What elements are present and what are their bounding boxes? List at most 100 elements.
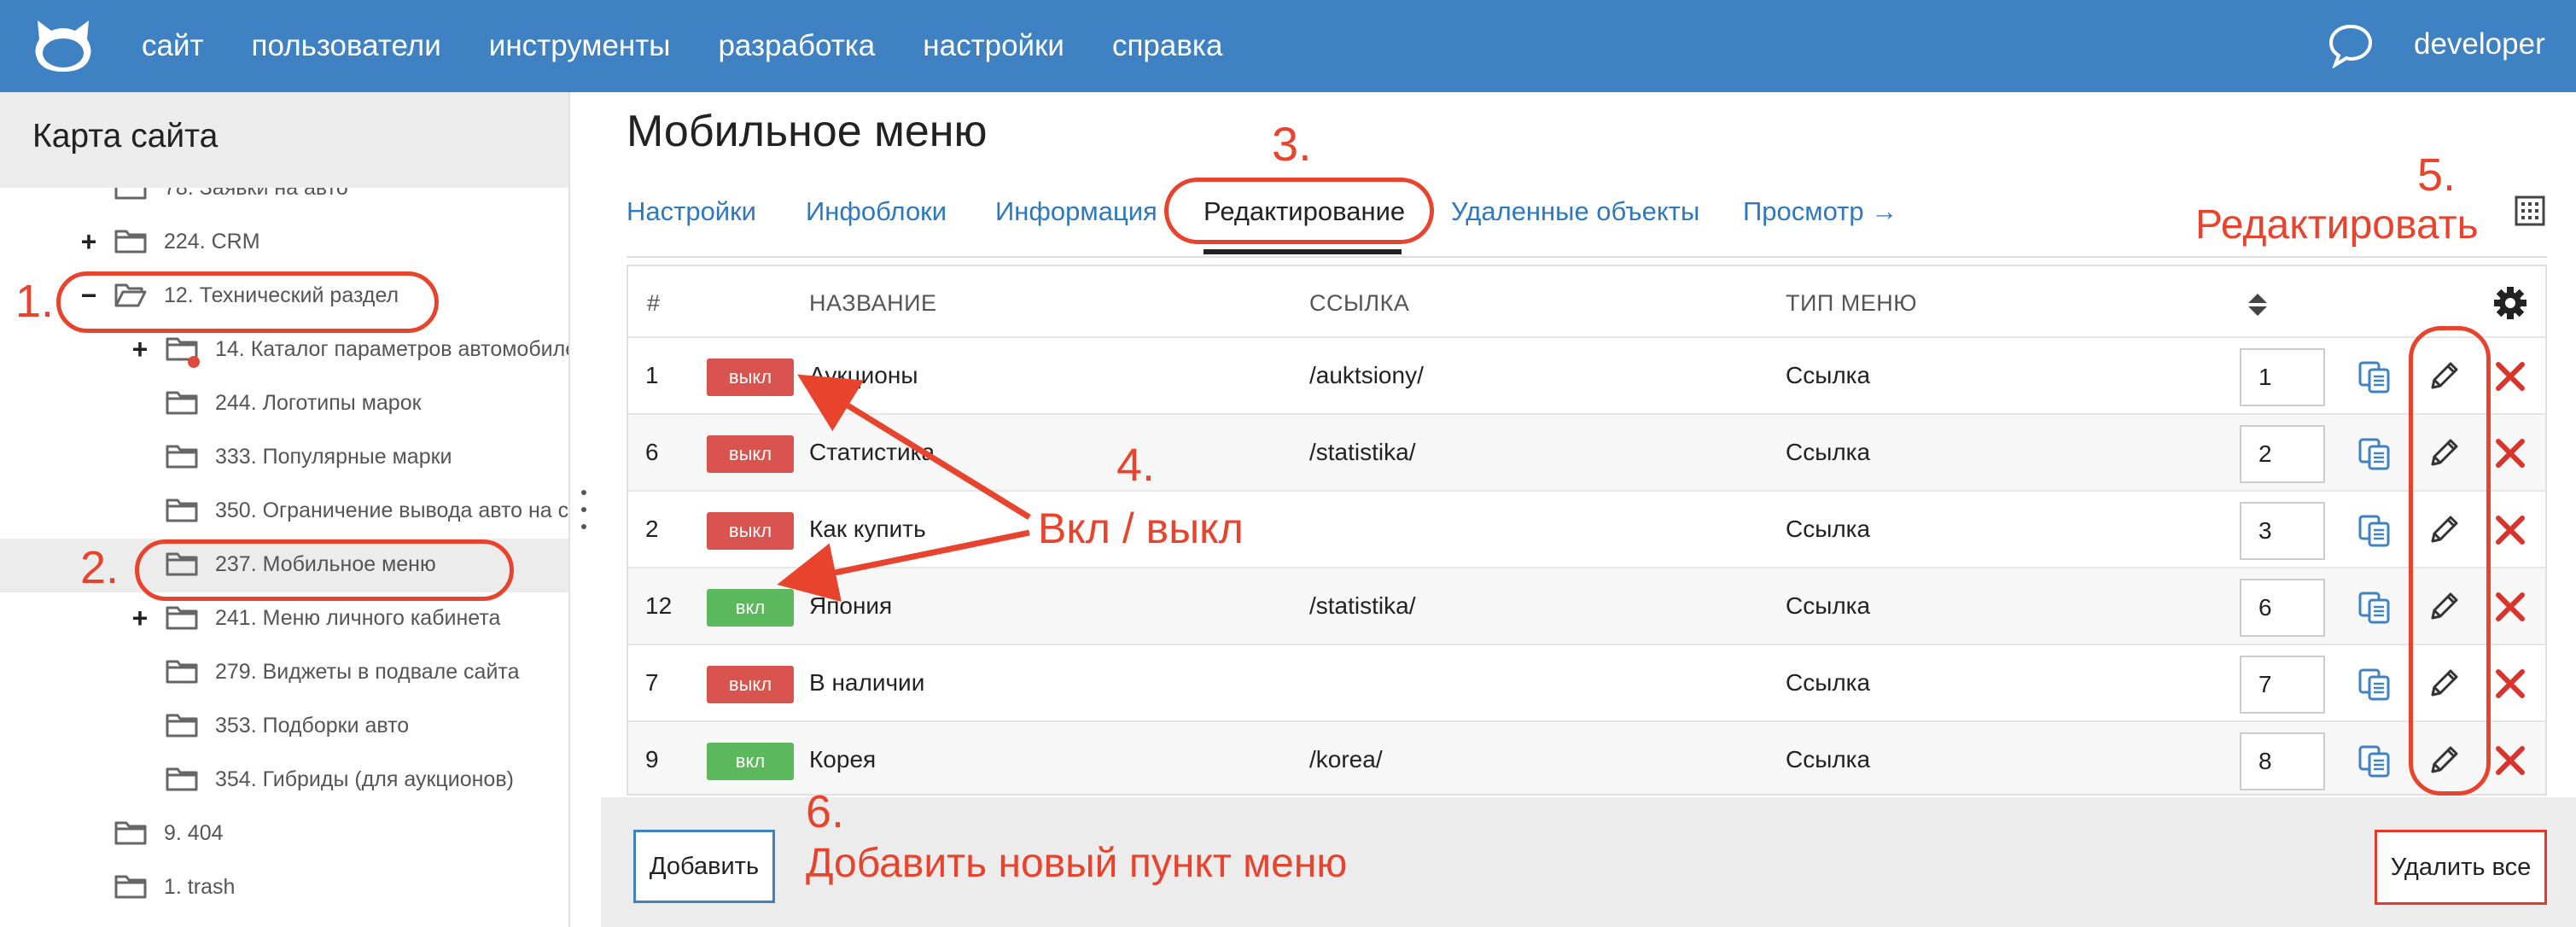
sidebar-title: Карта сайта [32, 118, 219, 154]
cell-menu-type: Ссылка [1786, 669, 1871, 696]
expand-icon[interactable]: + [130, 601, 150, 635]
order-input[interactable] [2240, 732, 2325, 790]
cell-id: 2 [645, 516, 659, 542]
tree-item-label: 333. Популярные марки [215, 445, 452, 469]
order-input[interactable] [2240, 425, 2325, 483]
copy-icon[interactable] [2357, 591, 2392, 625]
nav-tools[interactable]: инструменты [489, 29, 671, 63]
expand-icon[interactable]: + [130, 332, 150, 366]
annotation-step-4: 4. [1116, 440, 1156, 491]
tree-item[interactable]: +224. CRM [0, 216, 568, 270]
table-row: 2 выкл Как купить Ссылка [628, 490, 2545, 567]
tree-item[interactable]: 78. Заявки на авто [0, 188, 568, 216]
tree-item[interactable]: 350. Ограничение вывода авто на сайте [0, 485, 568, 539]
annotation-step-5-text: Редактировать [2195, 202, 2479, 248]
folder-icon [114, 188, 147, 200]
cell-id: 7 [645, 669, 659, 696]
table-row: 9 вкл Корея/korea/Ссылка [628, 720, 2545, 794]
cell-link: /statistika/ [1309, 592, 1416, 619]
tab-preview[interactable]: Просмотр → [1743, 196, 1897, 227]
folder-icon [166, 660, 198, 684]
tree-item-label: 354. Гибриды (для аукционов) [215, 767, 514, 791]
order-input[interactable] [2240, 579, 2325, 637]
tree-item[interactable]: 1. trash [0, 861, 568, 915]
folder-icon [166, 714, 198, 738]
col-header-name[interactable]: НАЗВАНИЕ [809, 290, 937, 317]
nav-settings[interactable]: настройки [923, 29, 1064, 63]
delete-icon[interactable] [2492, 743, 2528, 778]
cell-name: Япония [809, 592, 893, 619]
tree-item-label: 279. Виджеты в подвале сайта [215, 660, 520, 684]
cell-name: Статистика [809, 439, 935, 465]
expand-icon[interactable]: + [79, 224, 99, 259]
order-input[interactable] [2240, 348, 2325, 406]
fullscreen-icon[interactable] [2515, 195, 2545, 226]
tree-item-label: 14. Каталог параметров автомобилей [215, 337, 570, 361]
table-row: 1 выкл Аукционы/auktsiony/Ссылка [628, 336, 2545, 413]
annotation-step-6: 6. [806, 786, 845, 837]
tab-deleted-objects[interactable]: Удаленные объекты [1451, 196, 1699, 227]
cell-link: /auktsiony/ [1309, 362, 1424, 388]
tree-item-label: 353. Подборки авто [215, 714, 410, 738]
col-header-menu-type[interactable]: ТИП МЕНЮ [1786, 290, 1917, 317]
cell-menu-type: Ссылка [1786, 592, 1871, 619]
table-row: 12 вкл Япония/statistika/Ссылка [628, 567, 2545, 644]
status-toggle[interactable]: вкл [707, 589, 794, 627]
delete-icon[interactable] [2492, 589, 2528, 625]
folder-icon [166, 391, 198, 415]
folder-icon [114, 875, 147, 899]
tree-item[interactable]: 279. Виджеты в подвале сайта [0, 646, 568, 700]
tree-item[interactable]: 353. Подборки авто [0, 700, 568, 754]
chat-bubble-icon[interactable] [2327, 22, 2375, 68]
copy-icon[interactable] [2357, 514, 2392, 548]
nav-help[interactable]: справка [1112, 29, 1223, 63]
splitter-handle[interactable] [581, 490, 586, 536]
copy-icon[interactable] [2357, 744, 2392, 778]
cell-name: Корея [809, 746, 877, 772]
status-toggle[interactable]: выкл [707, 435, 794, 473]
tab-information[interactable]: Информация [995, 196, 1157, 227]
delete-all-button[interactable]: Удалить все [2375, 830, 2547, 905]
status-toggle[interactable]: вкл [707, 743, 794, 780]
delete-icon[interactable] [2492, 435, 2528, 471]
add-button[interactable]: Добавить [633, 830, 775, 903]
annotation-step-3: 3. [1272, 117, 1312, 171]
delete-icon[interactable] [2492, 359, 2528, 394]
order-input[interactable] [2240, 502, 2325, 560]
cell-menu-type: Ссылка [1786, 746, 1871, 772]
delete-icon[interactable] [2492, 512, 2528, 548]
order-input[interactable] [2240, 656, 2325, 714]
tree-item-label: 9. 404 [164, 821, 224, 845]
tree-item-label: 244. Логотипы марок [215, 391, 422, 415]
status-toggle[interactable]: выкл [707, 512, 794, 550]
folder-icon [166, 606, 198, 630]
tree-item-label: 1. trash [164, 875, 236, 899]
tree-item[interactable]: 9. 404 [0, 807, 568, 861]
col-header-link[interactable]: ССЫЛКА [1309, 290, 1409, 317]
user-menu[interactable]: developer [2414, 27, 2545, 61]
status-toggle[interactable]: выкл [707, 359, 794, 396]
gear-icon[interactable] [2492, 285, 2528, 321]
delete-icon[interactable] [2492, 666, 2528, 702]
tree-item[interactable]: 354. Гибриды (для аукционов) [0, 754, 568, 807]
status-toggle[interactable]: выкл [707, 666, 794, 703]
cell-menu-type: Ссылка [1786, 516, 1871, 542]
copy-icon[interactable] [2357, 360, 2392, 394]
tree-item[interactable]: 244. Логотипы марок [0, 377, 568, 431]
tab-settings[interactable]: Настройки [627, 196, 756, 227]
sort-icon[interactable] [2247, 292, 2269, 318]
cell-menu-type: Ссылка [1786, 439, 1871, 465]
page-title: Мобильное меню [627, 107, 988, 156]
cat-logo-icon[interactable] [31, 17, 96, 75]
tab-infoblocks[interactable]: Инфоблоки [806, 196, 947, 227]
nav-site[interactable]: сайт [142, 29, 204, 63]
nav-users[interactable]: пользователи [252, 29, 441, 63]
tree-item[interactable]: 333. Популярные марки [0, 431, 568, 485]
tabs-divider [627, 256, 2547, 258]
copy-icon[interactable] [2357, 668, 2392, 702]
nav-development[interactable]: разработка [718, 29, 875, 63]
cell-name: В наличии [809, 669, 925, 696]
cell-id: 9 [645, 746, 659, 772]
annotation-step-4-text: Вкл / выкл [1038, 504, 1244, 552]
copy-icon[interactable] [2357, 437, 2392, 471]
